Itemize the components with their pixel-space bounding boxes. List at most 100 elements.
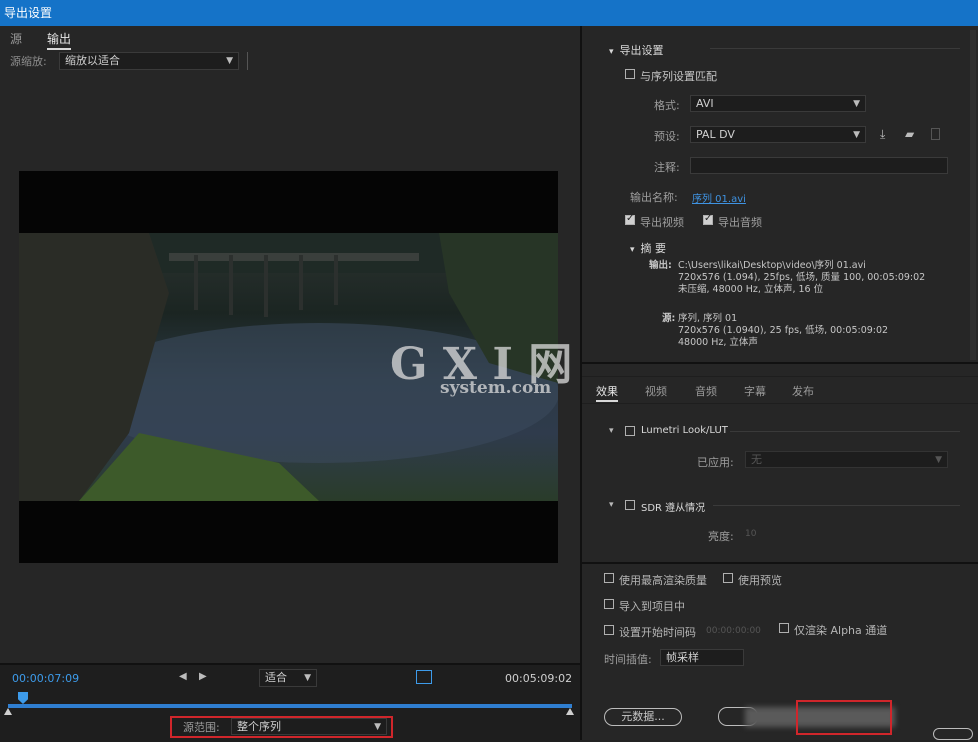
interpolation-value: 帧采样 <box>666 651 699 664</box>
out-point-handle[interactable] <box>566 708 574 715</box>
fit-value: 适合 <box>265 671 287 684</box>
toolbar-divider <box>247 52 248 70</box>
preset-value: PAL DV <box>696 128 735 141</box>
summary-source-line-3: 48000 Hz, 立体声 <box>678 337 758 348</box>
cancel-button[interactable] <box>933 728 973 740</box>
chevron-down-icon[interactable]: ▾ <box>609 426 614 436</box>
summary-output-line-3: 未压缩, 48000 Hz, 立体声, 16 位 <box>678 284 824 295</box>
output-name-label: 输出名称: <box>630 191 678 204</box>
chevron-down-icon: ▼ <box>374 722 381 732</box>
tab-rule <box>582 403 978 404</box>
summary-title: 摘 要 <box>640 242 667 255</box>
timecode-input[interactable]: 00:00:00:00 <box>706 626 761 636</box>
interpolation-label: 时间插值: <box>604 653 652 666</box>
summary-source-line-1: 序列, 序列 01 <box>678 313 738 324</box>
section-rule <box>730 431 960 432</box>
timeline-track[interactable] <box>8 704 572 708</box>
section-divider <box>582 362 978 364</box>
summary-output-line-1: C:\Users\likai\Desktop\video\序列 01.avi <box>678 260 866 271</box>
tab-divider <box>582 376 978 377</box>
lumetri-applied-label: 已应用: <box>697 456 734 469</box>
metadata-button[interactable]: 元数据... <box>604 708 682 726</box>
match-sequence-checkbox[interactable] <box>625 69 635 79</box>
alpha-only-checkbox[interactable] <box>779 623 789 633</box>
export-video-checkbox[interactable] <box>625 213 635 225</box>
comment-input[interactable] <box>690 157 948 174</box>
source-scale-dropdown[interactable]: 缩放以适合 ▼ <box>59 52 239 70</box>
section-rule <box>713 505 960 506</box>
tab-publish[interactable]: 发布 <box>792 383 814 399</box>
import-project-checkbox[interactable] <box>604 599 614 609</box>
tab-effects[interactable]: 效果 <box>596 383 618 402</box>
interpolation-dropdown[interactable]: 帧采样 <box>660 649 744 666</box>
export-audio-checkbox[interactable] <box>703 213 713 225</box>
use-preview-label: 使用预览 <box>738 574 782 587</box>
watermark-site: system.com <box>440 378 552 398</box>
summary-output-label: 输出: <box>649 260 672 271</box>
lumetri-title: Lumetri Look/LUT <box>641 425 728 436</box>
format-dropdown[interactable]: AVI ▼ <box>690 95 866 112</box>
in-point-handle[interactable] <box>4 708 12 715</box>
max-quality-checkbox[interactable] <box>604 573 614 583</box>
sdr-brightness-label: 亮度: <box>708 530 734 543</box>
source-range-label: 源范围: <box>183 721 220 734</box>
tab-audio[interactable]: 音频 <box>695 383 717 399</box>
crop-icon[interactable] <box>416 670 432 684</box>
comment-label: 注释: <box>654 161 680 174</box>
chevron-down-icon: ▾ <box>630 245 635 255</box>
preset-label: 预设: <box>654 130 680 143</box>
format-value: AVI <box>696 97 714 110</box>
fit-dropdown[interactable]: 适合 ▼ <box>259 669 317 687</box>
duration-timecode: 00:05:09:02 <box>505 672 573 685</box>
chevron-down-icon: ▼ <box>226 56 233 66</box>
chevron-down-icon: ▼ <box>853 99 860 109</box>
output-name-link[interactable]: 序列 01.avi <box>692 190 746 205</box>
lumetri-checkbox[interactable] <box>625 426 635 436</box>
mark-out-icon[interactable]: ▶ <box>199 671 207 682</box>
import-project-label: 导入到项目中 <box>619 600 685 613</box>
match-sequence-label: 与序列设置匹配 <box>640 70 717 83</box>
chevron-down-icon: ▼ <box>853 130 860 140</box>
settings-scrollbar[interactable] <box>970 30 976 360</box>
alpha-only-label: 仅渲染 Alpha 通道 <box>794 624 888 637</box>
export-settings-header[interactable]: ▾ 导出设置 <box>609 42 664 58</box>
export-button-highlight <box>796 700 892 735</box>
export-audio-label: 导出音频 <box>718 216 762 229</box>
preset-dropdown[interactable]: PAL DV ▼ <box>690 126 866 143</box>
tab-output[interactable]: 输出 <box>47 30 72 50</box>
summary-output-line-2: 720x576 (1.094), 25fps, 低场, 质量 100, 00:0… <box>678 272 926 283</box>
tab-video[interactable]: 视频 <box>645 383 667 399</box>
export-settings-title: 导出设置 <box>619 44 664 57</box>
source-scale-value: 缩放以适合 <box>65 54 120 67</box>
tab-source[interactable]: 源 <box>10 30 22 47</box>
max-quality-label: 使用最高渲染质量 <box>619 574 707 587</box>
window-title: 导出设置 <box>4 6 53 20</box>
export-video-label: 导出视频 <box>640 216 684 229</box>
current-timecode[interactable]: 00:00:07:09 <box>12 672 79 685</box>
source-range-value: 整个序列 <box>237 720 281 733</box>
use-preview-checkbox[interactable] <box>723 573 733 583</box>
section-divider <box>582 562 978 564</box>
sdr-title: SDR 遵从情况 <box>641 503 706 514</box>
sdr-checkbox[interactable] <box>625 500 635 510</box>
section-rule <box>710 48 960 49</box>
mark-in-icon[interactable]: ◀ <box>179 671 187 682</box>
summary-header[interactable]: ▾ 摘 要 <box>630 240 666 256</box>
lumetri-applied-dropdown[interactable]: 无 ▼ <box>745 451 948 468</box>
delete-preset-icon[interactable] <box>931 128 940 140</box>
lumetri-applied-value: 无 <box>751 453 762 466</box>
chevron-down-icon: ▼ <box>304 673 311 683</box>
import-preset-icon[interactable]: ▰ <box>905 127 914 141</box>
chevron-down-icon: ▾ <box>609 47 614 57</box>
source-scale-label: 源缩放: <box>10 55 47 68</box>
tab-captions[interactable]: 字幕 <box>744 383 766 399</box>
summary-source-line-2: 720x576 (1.0940), 25 fps, 低场, 00:05:09:0… <box>678 325 889 336</box>
set-timecode-checkbox[interactable] <box>604 625 614 635</box>
chevron-down-icon: ▼ <box>935 455 942 465</box>
source-range-dropdown[interactable]: 整个序列 ▼ <box>231 718 387 735</box>
chevron-down-icon[interactable]: ▾ <box>609 500 614 510</box>
sdr-brightness-value[interactable]: 10 <box>745 529 756 539</box>
window-titlebar: 导出设置 <box>0 0 978 26</box>
format-label: 格式: <box>654 99 680 112</box>
save-preset-icon[interactable]: ⤓ <box>880 127 885 142</box>
